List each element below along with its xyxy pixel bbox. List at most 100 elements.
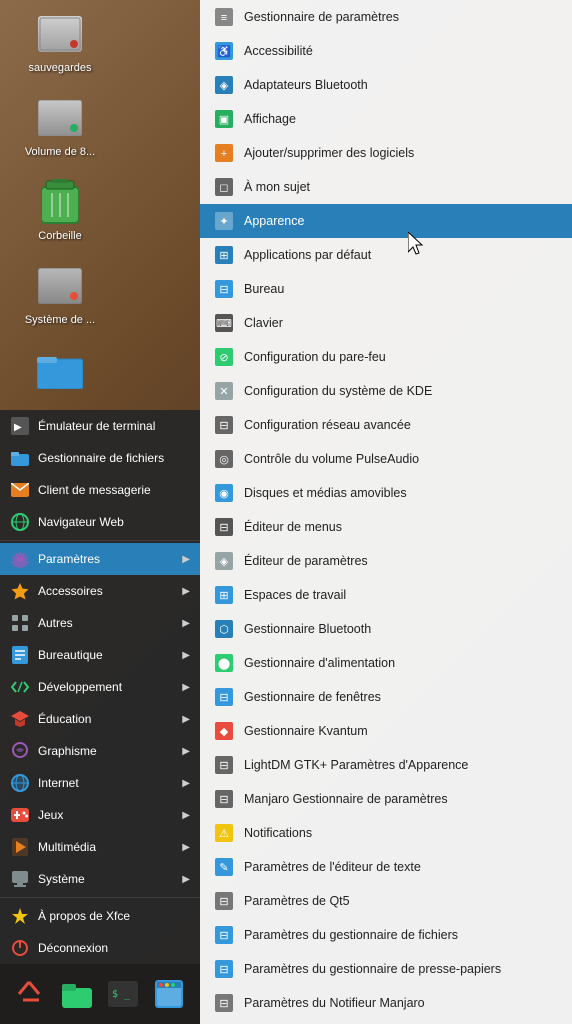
- sidebar-item-internet[interactable]: Internet ▶: [0, 767, 200, 799]
- sidebar-menu: ▶ Émulateur de terminal Gestionnaire de …: [0, 410, 200, 964]
- sidebar-divider-2: [0, 897, 200, 898]
- sidebar-item-messagerie[interactable]: Client de messagerie: [0, 474, 200, 506]
- submenu-label-clavier: Clavier: [244, 316, 283, 330]
- sidebar-item-autres[interactable]: Autres ▶: [0, 607, 200, 639]
- sidebar-item-accessoires[interactable]: Accessoires ▶: [0, 575, 200, 607]
- submenu-item-editeur-params[interactable]: ◈ Éditeur de paramètres: [200, 544, 572, 578]
- sidebar-item-web[interactable]: Navigateur Web: [0, 506, 200, 538]
- grid-icon: [10, 613, 30, 633]
- sidebar-item-education[interactable]: Éducation ▶: [0, 703, 200, 735]
- sidebar-item-multimedia[interactable]: Multimédia ▶: [0, 831, 200, 863]
- code-icon: [10, 677, 30, 697]
- sidebar-item-graphisme[interactable]: Graphisme ▶: [0, 735, 200, 767]
- sidebar-item-parametres[interactable]: Paramètres ▶: [0, 543, 200, 575]
- sidebar-item-graphisme-label: Graphisme: [38, 744, 182, 758]
- taskbar-xfce[interactable]: [11, 974, 51, 1014]
- taskbar-files[interactable]: [57, 974, 97, 1014]
- submenu-label-gestionnaire-fenetres: Gestionnaire de fenêtres: [244, 690, 381, 704]
- submenu-label-controle-volume: Contrôle du volume PulseAudio: [244, 452, 419, 466]
- sidebar-item-apropos[interactable]: À propos de Xfce: [0, 900, 200, 932]
- submenu-icon-bluetooth-adapt: ◈: [214, 75, 234, 95]
- submenu-item-config-kde[interactable]: ✕ Configuration du système de KDE: [200, 374, 572, 408]
- submenu-item-bluetooth-adapt[interactable]: ◈ Adaptateurs Bluetooth: [200, 68, 572, 102]
- taskbar-browser[interactable]: [149, 974, 189, 1014]
- desktop-icon-corbeille[interactable]: Corbeille: [20, 178, 100, 242]
- submenu-item-gestionnaire-kvantum[interactable]: ◆ Gestionnaire Kvantum: [200, 714, 572, 748]
- submenu-item-lightdm[interactable]: ⊟ LightDM GTK+ Paramètres d'Apparence: [200, 748, 572, 782]
- submenu-icon-disques: ◉: [214, 483, 234, 503]
- submenu-icon-gestionnaire-bluetooth: ⬡: [214, 619, 234, 639]
- desktop-icon-sauvegardes[interactable]: sauvegardes: [20, 10, 100, 74]
- submenu-item-params-terminal[interactable]: ▶ Paramètres du terminal Xfce: [200, 1020, 572, 1024]
- submenu-icon-manjaro-params: ⊟: [214, 789, 234, 809]
- submenu-item-affichage[interactable]: ▣ Affichage: [200, 102, 572, 136]
- submenu-label-gestionnaire-params: Gestionnaire de paramètres: [244, 10, 399, 24]
- submenu-label-ajouter-logiciels: Ajouter/supprimer des logiciels: [244, 146, 414, 160]
- submenu-icon-gestionnaire-params: ≡: [214, 7, 234, 27]
- submenu-container: ≡ Gestionnaire de paramètres ♿ Accessibi…: [200, 0, 572, 1024]
- submenu-item-espaces-travail[interactable]: ⊞ Espaces de travail: [200, 578, 572, 612]
- submenu-item-config-parefeu[interactable]: ⊘ Configuration du pare-feu: [200, 340, 572, 374]
- desktop: sauvegardes Volume de 8...: [0, 0, 572, 1024]
- submenu-item-notifications[interactable]: ⚠ Notifications: [200, 816, 572, 850]
- submenu-item-clavier[interactable]: ⌨ Clavier: [200, 306, 572, 340]
- taskbar-terminal[interactable]: $ _: [103, 974, 143, 1014]
- submenu-label-a-mon-sujet: À mon sujet: [244, 180, 310, 194]
- submenu-icon-gestionnaire-alimentation: ⬤: [214, 653, 234, 673]
- sidebar-item-jeux[interactable]: Jeux ▶: [0, 799, 200, 831]
- desktop-icon-volume[interactable]: Volume de 8...: [20, 94, 100, 158]
- svg-text:◉: ◉: [219, 488, 229, 500]
- desktop-icon-folder[interactable]: [20, 346, 100, 398]
- arrow-icon-bureautique: ▶: [182, 650, 190, 661]
- sidebar-item-fichiers[interactable]: Gestionnaire de fichiers: [0, 442, 200, 474]
- svg-text:✕: ✕: [219, 386, 228, 398]
- submenu-item-manjaro-params[interactable]: ⊟ Manjaro Gestionnaire de paramètres: [200, 782, 572, 816]
- svg-text:◈: ◈: [220, 80, 229, 92]
- submenu-item-params-notifieur[interactable]: ⊟ Paramètres du Notifieur Manjaro: [200, 986, 572, 1020]
- svg-text:✦: ✦: [219, 216, 228, 228]
- submenu-icon-editeur-params: ◈: [214, 551, 234, 571]
- submenu-item-ajouter-logiciels[interactable]: + Ajouter/supprimer des logiciels: [200, 136, 572, 170]
- submenu-label-config-reseau: Configuration réseau avancée: [244, 418, 411, 432]
- submenu-item-editeur-menus[interactable]: ⊟ Éditeur de menus: [200, 510, 572, 544]
- desktop-icon-systeme[interactable]: Système de ...: [20, 262, 100, 326]
- sidebar-item-bureautique[interactable]: Bureautique ▶: [0, 639, 200, 671]
- submenu-item-apparence[interactable]: ✦ Apparence: [200, 204, 572, 238]
- sidebar-item-emulateur[interactable]: ▶ Émulateur de terminal: [0, 410, 200, 442]
- submenu-item-applications-defaut[interactable]: ⊞ Applications par défaut: [200, 238, 572, 272]
- submenu-item-params-presse-papiers[interactable]: ⊟ Paramètres du gestionnaire de presse-p…: [200, 952, 572, 986]
- svg-text:⚠: ⚠: [219, 828, 229, 840]
- submenu-item-gestionnaire-alimentation[interactable]: ⬤ Gestionnaire d'alimentation: [200, 646, 572, 680]
- submenu-item-gestionnaire-params[interactable]: ≡ Gestionnaire de paramètres: [200, 0, 572, 34]
- submenu-item-bureau[interactable]: ⊟ Bureau: [200, 272, 572, 306]
- sidebar-item-education-label: Éducation: [38, 712, 182, 726]
- submenu-item-params-qt5[interactable]: ⊟ Paramètres de Qt5: [200, 884, 572, 918]
- arrow-icon-developpement: ▶: [182, 682, 190, 693]
- svg-text:⊟: ⊟: [219, 760, 228, 772]
- sidebar-item-developpement[interactable]: Développement ▶: [0, 671, 200, 703]
- globe-icon: [10, 512, 30, 532]
- submenu-icon-apparence: ✦: [214, 211, 234, 231]
- submenu-item-controle-volume[interactable]: ◎ Contrôle du volume PulseAudio: [200, 442, 572, 476]
- submenu-label-bureau: Bureau: [244, 282, 284, 296]
- submenu-icon-accessibilite: ♿: [214, 41, 234, 61]
- music-icon: [10, 837, 30, 857]
- submenu-item-params-gestionnaire-fichiers[interactable]: ⊟ Paramètres du gestionnaire de fichiers: [200, 918, 572, 952]
- sidebar-item-systeme[interactable]: Système ▶: [0, 863, 200, 895]
- submenu-label-bluetooth-adapt: Adaptateurs Bluetooth: [244, 78, 368, 92]
- svg-text:◆: ◆: [220, 726, 229, 738]
- svg-text:⊟: ⊟: [219, 998, 228, 1010]
- sidebar-item-deconnexion[interactable]: Déconnexion: [0, 932, 200, 964]
- submenu-item-params-editeur-texte[interactable]: ✎ Paramètres de l'éditeur de texte: [200, 850, 572, 884]
- svg-text:✎: ✎: [219, 862, 228, 874]
- submenu-item-accessibilite[interactable]: ♿ Accessibilité: [200, 34, 572, 68]
- submenu-label-disques: Disques et médias amovibles: [244, 486, 407, 500]
- submenu-item-a-mon-sujet[interactable]: ◻ À mon sujet: [200, 170, 572, 204]
- sidebar-item-multimedia-label: Multimédia: [38, 840, 182, 854]
- sys-icon: [10, 869, 30, 889]
- submenu-item-config-reseau[interactable]: ⊟ Configuration réseau avancée: [200, 408, 572, 442]
- submenu-item-gestionnaire-fenetres[interactable]: ⊟ Gestionnaire de fenêtres: [200, 680, 572, 714]
- submenu-label-params-gestionnaire-fichiers: Paramètres du gestionnaire de fichiers: [244, 928, 458, 942]
- submenu-item-gestionnaire-bluetooth[interactable]: ⬡ Gestionnaire Bluetooth: [200, 612, 572, 646]
- submenu-item-disques[interactable]: ◉ Disques et médias amovibles: [200, 476, 572, 510]
